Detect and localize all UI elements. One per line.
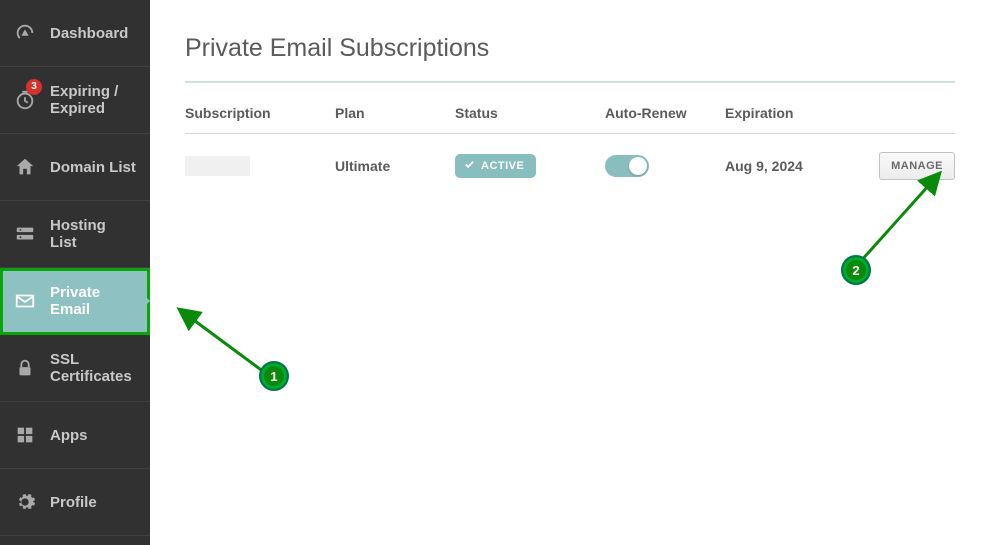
apps-icon xyxy=(14,424,36,446)
status-label: ACTIVE xyxy=(481,160,524,172)
mail-icon xyxy=(14,290,36,312)
sidebar-item-label: Profile xyxy=(50,494,97,511)
sidebar-item-ssl[interactable]: SSL Certificates xyxy=(0,335,150,402)
expiration-value: Aug 9, 2024 xyxy=(725,158,875,174)
col-status: Status xyxy=(455,105,605,121)
gauge-icon xyxy=(14,22,36,44)
sidebar-item-label: Private Email xyxy=(50,284,136,318)
gear-icon xyxy=(14,491,36,513)
sidebar-item-hosting-list[interactable]: Hosting List xyxy=(0,201,150,268)
expiring-badge: 3 xyxy=(26,79,42,95)
page-title: Private Email Subscriptions xyxy=(185,34,955,83)
lock-icon xyxy=(14,357,36,379)
sidebar-item-label: Domain List xyxy=(50,159,136,176)
sidebar-item-label: SSL Certificates xyxy=(50,351,136,385)
col-subscription: Subscription xyxy=(185,105,335,121)
sidebar-item-label: Expiring / Expired xyxy=(50,83,136,117)
annotation-bubble-2: 2 xyxy=(843,257,869,283)
col-plan: Plan xyxy=(335,105,455,121)
sidebar-item-private-email[interactable]: Private Email xyxy=(0,268,150,335)
sidebar-item-apps[interactable]: Apps xyxy=(0,402,150,469)
autorenew-toggle[interactable] xyxy=(605,155,649,177)
table-row: Ultimate ACTIVE Aug 9, 2024 MANAGE xyxy=(185,134,955,198)
col-expiration: Expiration xyxy=(725,105,875,121)
sidebar-item-dashboard[interactable]: Dashboard xyxy=(0,0,150,67)
col-autorenew: Auto-Renew xyxy=(605,105,725,121)
sidebar-item-domain-list[interactable]: Domain List xyxy=(0,134,150,201)
sidebar: Dashboard 3 Expiring / Expired Domain Li… xyxy=(0,0,150,545)
table-header: Subscription Plan Status Auto-Renew Expi… xyxy=(185,95,955,134)
status-badge: ACTIVE xyxy=(455,154,536,178)
check-icon xyxy=(464,159,475,173)
server-icon xyxy=(14,223,36,245)
sidebar-item-profile[interactable]: Profile xyxy=(0,469,150,536)
manage-button[interactable]: MANAGE xyxy=(879,152,955,180)
toggle-knob xyxy=(629,157,647,175)
sidebar-item-label: Dashboard xyxy=(50,25,128,42)
subscription-name-redacted xyxy=(185,156,250,176)
home-icon xyxy=(14,156,36,178)
sidebar-item-label: Apps xyxy=(50,427,88,444)
sidebar-item-label: Hosting List xyxy=(50,217,136,251)
sidebar-item-expiring[interactable]: 3 Expiring / Expired xyxy=(0,67,150,134)
plan-value: Ultimate xyxy=(335,158,455,174)
annotation-bubble-1: 1 xyxy=(261,363,287,389)
